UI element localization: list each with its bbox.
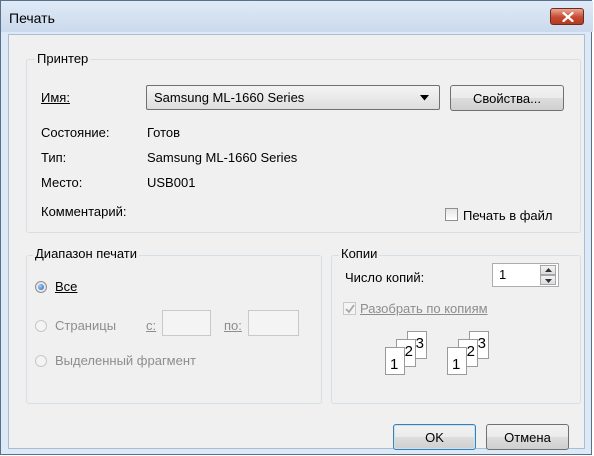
status-label: Состояние: [41,125,110,140]
print-dialog: Печать Принтер Имя: Samsung ML-1660 Seri… [0,0,593,455]
ok-button[interactable]: OK [393,424,476,450]
from-label: с: [146,318,156,333]
title-bar: Печать [1,1,593,32]
print-to-file-checkbox[interactable] [445,208,458,221]
to-label-text: по: [224,318,242,333]
comment-label: Комментарий: [41,204,127,219]
window-title: Печать [9,10,55,26]
spin-down-button[interactable] [540,275,556,285]
chevron-down-icon [420,95,429,101]
where-label: Место: [41,175,83,190]
pages-label[interactable]: Страницы [55,318,116,333]
cancel-button[interactable]: Отмена [486,424,569,450]
from-label-text: с: [146,318,157,333]
type-label: Тип: [41,150,67,165]
radio-selected-dot [38,284,44,290]
properties-button[interactable]: Свойства... [450,85,564,111]
cancel-button-label: Отмена [504,430,551,445]
copies-legend: Копии [339,246,380,261]
type-value: Samsung ML-1660 Series [147,150,298,165]
selection-radio[interactable] [35,355,47,367]
close-icon [562,12,574,22]
collate-page-number: 2 [404,343,413,360]
chevron-down-icon [545,279,552,283]
to-label: по: [224,318,242,333]
all-pages-label[interactable]: Все [55,279,77,294]
all-pages-label-text: Все [55,279,78,294]
print-to-file-label[interactable]: Печать в файл [463,208,553,223]
selection-label[interactable]: Выделенный фрагмент [55,353,196,368]
collate-page-number: 3 [415,335,424,352]
to-page-input[interactable] [248,310,299,336]
copies-count-value: 1 [499,267,507,282]
collate-page-number: 3 [477,335,486,352]
from-page-input[interactable] [162,310,211,336]
printer-group-legend: Принтер [35,51,91,66]
collate-page-number: 2 [466,343,475,360]
status-value: Готов [147,125,181,140]
printer-name-value: Samsung ML-1660 Series [154,90,305,105]
collate-page-1: 1 [385,347,405,375]
collate-page-number: 1 [390,356,399,373]
printer-name-select[interactable]: Samsung ML-1660 Series [146,85,440,110]
copies-count-input[interactable]: 1 [492,263,559,287]
spin-up-button[interactable] [540,265,556,275]
ok-button-label: OK [425,430,444,445]
print-range-legend: Диапазон печати [33,246,140,261]
collate-checkbox[interactable] [343,302,356,315]
pages-radio[interactable] [35,320,47,332]
dialog-body: Принтер Имя: Samsung ML-1660 Series Свой… [8,34,585,450]
collate-illustration: 3 2 1 3 2 1 [379,331,509,379]
collate-page-number: 1 [452,356,461,373]
chevron-up-icon [545,268,552,272]
all-pages-radio[interactable] [35,281,47,293]
collate-label-text: Разобрать по копиям [360,301,488,316]
collate-label[interactable]: Разобрать по копиям [360,301,488,316]
checkmark-icon [345,304,355,314]
printer-name-label-text: Имя: [41,90,70,105]
properties-button-label: Свойства... [473,91,541,106]
where-value: USB001 [147,175,196,190]
collate-page-1: 1 [447,347,467,375]
copies-count-label: Число копий: [345,270,425,285]
close-button[interactable] [550,8,584,25]
printer-name-label: Имя: [41,90,70,105]
